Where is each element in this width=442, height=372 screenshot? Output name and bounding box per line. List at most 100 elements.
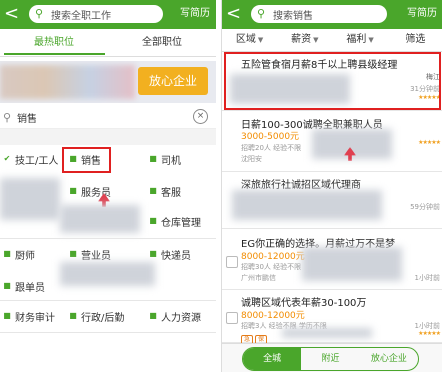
tray-icon: ■ (69, 186, 77, 195)
back-button[interactable]: < (226, 4, 242, 24)
job-list-item[interactable]: 深旅旅行社诚招区域代理商 59分钟前 (222, 172, 442, 229)
select-checkbox[interactable] (226, 256, 238, 268)
left-screen: < ⚲ 搜索全职工作 写简历 最热职位 全部职位 放心企业 ⚲ 销售 × ✔ 技… (0, 0, 216, 372)
category-label: 服务员 (81, 187, 111, 199)
bottom-bar: 全城 附近 放心企业 (222, 343, 442, 372)
doc-icon: ■ (3, 281, 11, 290)
right-screen: < ⚲ 搜索销售 写简历 区域 ▼ 薪资 ▼ 福利 ▼ 筛选 五险管食宿月薪8千以上聘… (221, 0, 442, 372)
section-gap (0, 129, 216, 145)
category-item[interactable]: ■ 客服 (148, 182, 181, 200)
company-name: 沈阳安 (241, 155, 262, 163)
divider (0, 332, 216, 333)
category-item[interactable]: ■ 跟单员 (2, 277, 45, 295)
category-label: 跟单员 (15, 282, 45, 294)
highlight-box (62, 147, 111, 173)
promo-banner[interactable]: 放心企业 (0, 61, 216, 103)
blurred-overlay (60, 262, 155, 286)
blurred-overlay (232, 190, 382, 220)
scope-segmented-control: 全城 附近 放心企业 (242, 347, 419, 371)
keyword-text: 销售 (17, 114, 37, 125)
category-label: 营业员 (81, 250, 111, 262)
rating-stars: ★★★★★ (418, 330, 441, 337)
blurred-overlay (60, 205, 140, 233)
select-checkbox[interactable] (226, 312, 238, 324)
top-bar: < ⚲ 搜索销售 写简历 (222, 0, 442, 29)
category-item[interactable]: ■ 仓库管理 (148, 212, 201, 230)
blurred-banner-image (0, 65, 135, 99)
active-tab-underline (4, 53, 105, 55)
search-icon: ⚲ (35, 7, 44, 20)
job-list-item[interactable]: 日薪100-300诚聘全职兼职人员 3000-5000元 招聘20人 经验不限 … (222, 111, 442, 172)
trusted-company-button[interactable]: 放心企业 (138, 67, 208, 95)
category-label: 行政/后勤 (81, 312, 125, 324)
search-placeholder: 搜索全职工作 (51, 10, 111, 22)
category-item[interactable]: ■ 营业员 (68, 245, 111, 263)
category-label: 技工/工人 (15, 155, 59, 167)
category-item[interactable]: ■ 快递员 (148, 245, 191, 263)
blurred-overlay (302, 247, 402, 281)
filter-salary[interactable]: 薪资 ▼ (277, 29, 332, 51)
search-text: 搜索销售 (273, 10, 313, 22)
rating-stars: ★★★★★ (418, 139, 441, 146)
job-title: 深旅旅行社诚招区域代理商 (241, 180, 361, 191)
back-button[interactable]: < (4, 4, 20, 24)
category-item[interactable]: ■ 人力资源 (148, 307, 201, 325)
filter-label: 筛选 (405, 34, 426, 45)
search-input[interactable]: ⚲ 搜索全职工作 (29, 5, 163, 23)
box-icon: ■ (149, 216, 157, 225)
divider (0, 238, 216, 239)
filter-benefits[interactable]: 福利 ▼ (333, 29, 388, 51)
blurred-overlay (282, 328, 372, 338)
headset-icon: ■ (149, 186, 157, 195)
chef-icon: ■ (3, 249, 11, 258)
company-name: 广州市鹏信 (241, 274, 276, 282)
job-salary: 8000-12000元 (241, 311, 305, 321)
chevron-down-icon: ▼ (368, 36, 374, 44)
tool-icon: ✔ (3, 154, 11, 163)
job-meta: 招聘30人 经验不限 (241, 263, 302, 271)
tab-city-wide[interactable]: 全城 (243, 348, 302, 370)
clear-icon[interactable]: × (193, 109, 208, 124)
job-meta: 招聘20人 经验不限 (241, 144, 302, 152)
category-label: 仓库管理 (161, 217, 201, 229)
building-icon: ■ (69, 311, 77, 320)
top-bar: < ⚲ 搜索全职工作 写简历 (0, 0, 216, 29)
tab-all-jobs[interactable]: 全部职位 (108, 30, 216, 56)
tab-nearby[interactable]: 附近 (301, 348, 359, 370)
post-time: 1小时前 (414, 274, 440, 282)
divider (0, 300, 216, 301)
tab-trusted-companies[interactable]: 放心企业 (360, 348, 418, 370)
category-item[interactable]: ■ 厨师 (2, 245, 35, 263)
job-list-item[interactable]: 诚聘区域代表年薪30-100万 8000-12000元 招聘3人 经验不限 学历… (222, 290, 442, 345)
filter-label: 薪资 (291, 34, 312, 45)
write-resume-button[interactable]: 写简历 (178, 6, 212, 22)
chevron-down-icon: ▼ (257, 36, 264, 44)
job-salary: 3000-5000元 (241, 132, 300, 142)
filter-area[interactable]: 区域 ▼ (222, 29, 277, 51)
parcel-icon: ■ (149, 249, 157, 258)
job-list-item[interactable]: EG你正确的选择。月薪过万不是梦 8000-12000元 招聘30人 经验不限 … (222, 229, 442, 290)
keyword-search-row[interactable]: ⚲ 销售 × (0, 108, 216, 129)
calc-icon: ■ (3, 311, 11, 320)
category-item[interactable]: ■ 行政/后勤 (68, 307, 124, 325)
category-label: 厨师 (15, 250, 35, 262)
job-salary: 8000-12000元 (241, 252, 305, 262)
filter-more[interactable]: 筛选 (388, 29, 442, 51)
filter-label: 区域 (235, 34, 256, 45)
write-resume-button[interactable]: 写简历 (405, 6, 439, 22)
post-time: 59分钟前 (410, 203, 440, 211)
category-label: 客服 (161, 187, 181, 199)
category-label: 财务审计 (15, 312, 55, 324)
search-icon: ⚲ (257, 7, 266, 20)
search-icon: ⚲ (3, 111, 12, 124)
job-title: 诚聘区域代表年薪30-100万 (241, 298, 367, 309)
search-input[interactable]: ⚲ 搜索销售 (251, 5, 387, 23)
blurred-overlay (0, 178, 60, 220)
category-item[interactable]: ■ 司机 (148, 150, 181, 168)
category-item[interactable]: ■ 财务审计 (2, 307, 55, 325)
filter-bar: 区域 ▼ 薪资 ▼ 福利 ▼ 筛选 (222, 29, 442, 52)
category-item[interactable]: ✔ 技工/工人 (2, 150, 59, 168)
chevron-down-icon: ▼ (313, 36, 319, 44)
car-icon: ■ (149, 154, 157, 163)
highlight-box (224, 52, 441, 110)
